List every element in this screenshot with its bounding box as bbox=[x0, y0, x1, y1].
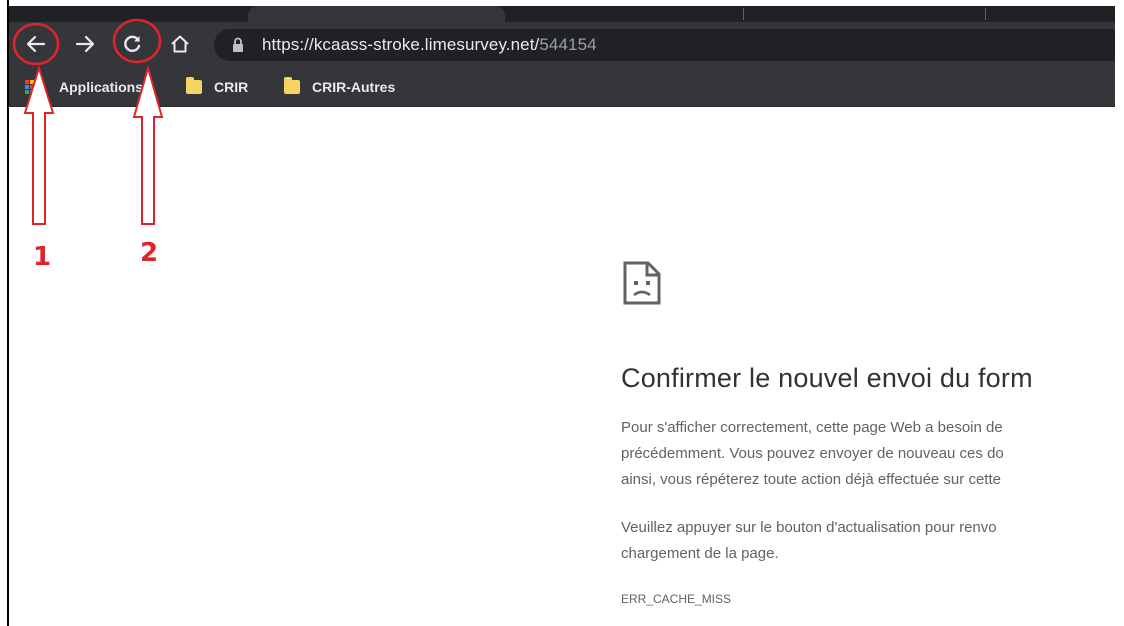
reload-button[interactable] bbox=[116, 28, 148, 60]
error-title: Confirmer le nouvel envoi du form bbox=[621, 363, 1033, 393]
forward-button[interactable] bbox=[69, 28, 101, 60]
address-bar[interactable]: https://kcaass-stroke.limesurvey.net/544… bbox=[214, 29, 1124, 61]
bookmark-label: Applications bbox=[59, 79, 144, 95]
bookmark-label: CRIR bbox=[214, 79, 249, 95]
bookmarks-bar bbox=[9, 68, 1115, 107]
arrow-right-icon bbox=[75, 35, 95, 53]
active-tab[interactable] bbox=[248, 6, 505, 22]
error-paragraph-line: précédemment. Vous pouvez envoyer de nou… bbox=[621, 445, 1004, 462]
folder-icon bbox=[186, 77, 202, 94]
error-code: ERR_CACHE_MISS bbox=[621, 592, 732, 606]
bookmark-applications[interactable]: Applications bbox=[25, 76, 143, 98]
tab-strip bbox=[9, 6, 1115, 22]
error-paragraph-line: Pour s'afficher correctement, cette page… bbox=[621, 419, 1003, 436]
tab-separator bbox=[985, 8, 986, 20]
bookmark-crir-autres[interactable]: CRIR-Autres bbox=[284, 76, 395, 98]
left-border bbox=[7, 0, 9, 626]
right-margin bbox=[1115, 6, 1124, 626]
error-paragraph-line: Veuillez appuyer sur le bouton d'actuali… bbox=[621, 519, 997, 536]
back-button[interactable] bbox=[20, 28, 52, 60]
url-path: 544154 bbox=[539, 35, 597, 54]
error-paragraph-line: chargement de la page. bbox=[621, 545, 779, 562]
annotation-number-1: 1 bbox=[33, 242, 52, 272]
reload-icon bbox=[124, 35, 141, 53]
tab-separator bbox=[743, 8, 744, 20]
url-text[interactable]: https://kcaass-stroke.limesurvey.net/544… bbox=[262, 35, 597, 55]
annotation-number-2: 2 bbox=[140, 238, 159, 268]
home-button[interactable] bbox=[164, 28, 196, 60]
arrow-left-icon bbox=[26, 35, 46, 53]
home-icon bbox=[171, 35, 189, 53]
lock-icon bbox=[233, 37, 243, 52]
apps-grid-icon bbox=[25, 80, 39, 94]
sad-document-icon bbox=[623, 261, 661, 305]
error-paragraph-line: ainsi, vous répéterez toute action déjà … bbox=[621, 471, 1001, 488]
url-host: https://kcaass-stroke.limesurvey.net/ bbox=[262, 35, 540, 54]
bookmark-crir[interactable]: CRIR bbox=[186, 76, 248, 98]
folder-icon bbox=[284, 77, 300, 94]
bookmark-label: CRIR-Autres bbox=[312, 79, 396, 95]
